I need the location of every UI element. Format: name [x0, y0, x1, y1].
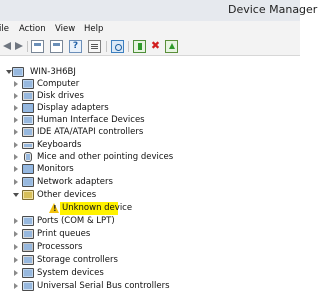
tree-item-label: Ports (COM & LPT) [37, 216, 115, 226]
tree-root-label: WIN-3H6BJ [30, 67, 76, 77]
expand-arrow-icon[interactable] [14, 270, 18, 276]
show-hide-console-tree-icon[interactable] [31, 40, 44, 53]
expand-arrow-icon[interactable] [14, 257, 18, 263]
forward-arrow-icon[interactable] [12, 40, 25, 53]
tree-item-display-adapters[interactable]: Display adapters [0, 102, 300, 114]
expand-arrow-icon[interactable] [14, 154, 18, 160]
monitor-icon [22, 164, 34, 174]
tree-item-processors[interactable]: Processors [0, 241, 300, 253]
tree-item-label: Disk drives [37, 91, 84, 101]
keyboard-icon [22, 142, 34, 149]
expand-arrow-icon[interactable] [14, 218, 18, 224]
expand-arrow-icon[interactable] [14, 283, 18, 289]
disk-drive-icon [22, 91, 34, 101]
tree-item-label: Mice and other pointing devices [37, 152, 174, 162]
enable-device-icon[interactable] [165, 40, 178, 53]
tree-item-label: Unknown device [62, 203, 133, 213]
usb-controller-icon [22, 281, 34, 291]
expand-arrow-icon[interactable] [14, 142, 18, 148]
tree-item-label: Print queues [37, 229, 91, 239]
tree-item-label: Universal Serial Bus controllers [37, 281, 170, 291]
processor-icon [22, 242, 34, 252]
tree-item-network-adapters[interactable]: Network adapters [0, 176, 300, 188]
help-icon[interactable]: ? [69, 40, 82, 53]
tree-item-unknown-device[interactable]: Unknown device [0, 202, 300, 215]
tree-item-label: Computer [37, 79, 80, 89]
expand-arrow-icon[interactable] [14, 244, 18, 250]
properties-sheet-icon[interactable] [88, 40, 101, 53]
tree-root[interactable]: WIN-3H6BJ [0, 66, 300, 78]
update-driver-icon[interactable] [133, 40, 146, 53]
computer-icon [22, 79, 34, 89]
tree-item-system-devices[interactable]: System devices [0, 267, 300, 279]
properties-icon[interactable] [50, 40, 63, 53]
menu-file[interactable]: ile [0, 24, 9, 34]
expand-arrow-icon[interactable] [14, 179, 18, 185]
system-devices-icon [22, 268, 34, 278]
tree-item-label: Storage controllers [37, 255, 118, 265]
tree-item-other-devices[interactable]: Other devices [0, 189, 300, 201]
menu-bar: ile Action View Help [0, 21, 300, 39]
toolbar: ? ✖ [0, 38, 300, 56]
tree-item-label: Other devices [37, 190, 97, 200]
tree-item-computer[interactable]: Computer [0, 78, 300, 90]
display-adapter-icon [22, 103, 34, 113]
tree-item-mice[interactable]: Mice and other pointing devices [0, 151, 300, 163]
warning-icon [49, 203, 60, 213]
expand-arrow-icon[interactable] [14, 129, 18, 135]
tree-item-label: Monitors [37, 164, 74, 174]
menu-action[interactable]: Action [19, 24, 46, 34]
computer-icon [12, 67, 24, 77]
storage-controller-icon [22, 255, 34, 265]
toolbar-separator [27, 41, 28, 52]
tree-item-label: IDE ATA/ATAPI controllers [37, 127, 144, 137]
expand-arrow-icon[interactable] [14, 105, 18, 111]
menu-help[interactable]: Help [84, 24, 103, 34]
tree-item-keyboards[interactable]: Keyboards [0, 139, 300, 151]
ide-controller-icon [22, 127, 34, 137]
window-title: Device Manager [228, 3, 318, 16]
tree-item-label: Human Interface Devices [37, 115, 145, 125]
tree-item-disk-drives[interactable]: Disk drives [0, 90, 300, 102]
tree-item-label: Display adapters [37, 103, 109, 113]
title-bar: Device Manager [0, 0, 317, 22]
tree-item-ide-controllers[interactable]: IDE ATA/ATAPI controllers [0, 126, 300, 138]
expand-arrow-icon[interactable] [14, 81, 18, 87]
tree-item-label: System devices [37, 268, 104, 278]
printer-icon [22, 229, 34, 239]
device-tree: WIN-3H6BJ Computer Disk drives Display a… [0, 55, 300, 300]
collapse-arrow-icon[interactable] [13, 193, 19, 197]
scan-for-hardware-changes-icon[interactable] [111, 40, 124, 53]
mouse-icon [24, 152, 32, 162]
tree-item-usb-controllers[interactable]: Universal Serial Bus controllers [0, 280, 300, 292]
expand-arrow-icon[interactable] [14, 93, 18, 99]
expand-arrow-icon[interactable] [14, 166, 18, 172]
expand-arrow-icon[interactable] [14, 117, 18, 123]
tree-item-ports[interactable]: Ports (COM & LPT) [0, 215, 300, 227]
tree-item-monitors[interactable]: Monitors [0, 163, 300, 175]
tree-item-label: Network adapters [37, 177, 113, 187]
menu-view[interactable]: View [55, 24, 75, 34]
port-icon [22, 216, 34, 226]
toolbar-separator [106, 41, 107, 52]
hid-icon [22, 115, 34, 125]
tree-item-storage-controllers[interactable]: Storage controllers [0, 254, 300, 266]
tree-item-label: Processors [37, 242, 83, 252]
network-adapter-icon [22, 177, 34, 187]
tree-item-print-queues[interactable]: Print queues [0, 228, 300, 240]
expand-arrow-icon[interactable] [14, 231, 18, 237]
tree-item-human-interface-devices[interactable]: Human Interface Devices [0, 114, 300, 126]
tree-item-label: Keyboards [37, 140, 82, 150]
toolbar-separator [128, 41, 129, 52]
uninstall-device-icon[interactable]: ✖ [149, 40, 162, 53]
other-devices-icon [22, 190, 34, 200]
